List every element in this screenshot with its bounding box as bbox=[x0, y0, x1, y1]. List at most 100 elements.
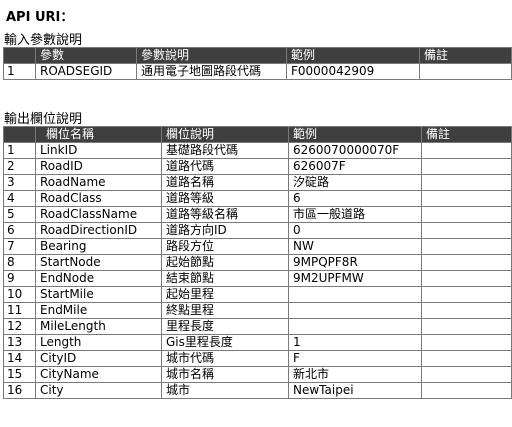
remark bbox=[421, 270, 512, 287]
table-row: 3 RoadName 道路名稱 汐碇路 bbox=[3, 174, 512, 191]
field-description: 道路等級 bbox=[161, 190, 289, 207]
output-header-remark: 備註 bbox=[421, 126, 512, 143]
row-number: 1 bbox=[3, 63, 36, 80]
remark bbox=[421, 366, 512, 383]
field-name: EndMile bbox=[35, 302, 162, 319]
row-number: 15 bbox=[3, 366, 36, 383]
output-header-name: 欄位名稱 bbox=[35, 126, 162, 143]
row-number: 6 bbox=[3, 222, 36, 239]
table-row: 1 ROADSEGID 通用電子地圖路段代碼 F0000042909 bbox=[3, 63, 512, 80]
remark bbox=[421, 286, 512, 303]
field-name: StartNode bbox=[35, 254, 162, 271]
field-description: 道路方向ID bbox=[161, 222, 289, 239]
row-number: 9 bbox=[3, 270, 36, 287]
remark bbox=[421, 206, 512, 223]
output-fields-table: 欄位名稱 欄位說明 範例 備註 1 LinkID 基礎路段代碼 6260070000070F… bbox=[3, 126, 512, 399]
table-row: 6 RoadDirectionID 道路方向ID 0 bbox=[3, 222, 512, 239]
example-value: 0 bbox=[288, 222, 422, 239]
field-description: 起始節點 bbox=[161, 254, 289, 271]
output-header-row: 欄位名稱 欄位說明 範例 備註 bbox=[3, 126, 512, 143]
field-name: RoadDirectionID bbox=[35, 222, 162, 239]
example-value: 1 bbox=[288, 334, 422, 351]
field-description: 城市 bbox=[161, 382, 289, 399]
row-number: 16 bbox=[3, 382, 36, 399]
table-row: 9 EndNode 結束節點 9M2UPFMW bbox=[3, 270, 512, 287]
remark bbox=[421, 190, 512, 207]
example-value bbox=[288, 286, 422, 303]
row-number: 1 bbox=[3, 142, 36, 159]
field-name: RoadClassName bbox=[35, 206, 162, 223]
field-description: 道路名稱 bbox=[161, 174, 289, 191]
remark bbox=[421, 254, 512, 271]
field-description: 終點里程 bbox=[161, 302, 289, 319]
remark bbox=[421, 318, 512, 335]
field-name: RoadID bbox=[35, 158, 162, 175]
example-value: 9MPQPF8R bbox=[288, 254, 422, 271]
example-value: NewTaipei bbox=[288, 382, 422, 399]
example-value: 6 bbox=[288, 190, 422, 207]
field-description: 城市名稱 bbox=[161, 366, 289, 383]
input-table-body: 1 ROADSEGID 通用電子地圖路段代碼 F0000042909 bbox=[3, 63, 512, 80]
remark bbox=[421, 174, 512, 191]
field-description: 基礎路段代碼 bbox=[161, 142, 289, 159]
example-value: NW bbox=[288, 238, 422, 255]
field-description: 通用電子地圖路段代碼 bbox=[136, 63, 287, 80]
row-number: 4 bbox=[3, 190, 36, 207]
input-params-table: 參數 參數說明 範例 備註 1 ROADSEGID 通用電子地圖路段代碼 F00000429… bbox=[3, 47, 512, 80]
input-header-blank bbox=[3, 47, 36, 64]
example-value: 6260070000070F bbox=[288, 142, 422, 159]
field-description: 里程長度 bbox=[161, 318, 289, 335]
remark bbox=[421, 302, 512, 319]
input-header-row: 參數 參數說明 範例 備註 bbox=[3, 47, 512, 64]
output-table-body: 1 LinkID 基礎路段代碼 6260070000070F 2 RoadID 道路代碼 62… bbox=[3, 142, 512, 399]
input-header-remark: 備註 bbox=[419, 47, 512, 64]
example-value bbox=[288, 302, 422, 319]
example-value bbox=[288, 318, 422, 335]
field-description: 起始里程 bbox=[161, 286, 289, 303]
output-header-example: 範例 bbox=[288, 126, 422, 143]
output-header-blank bbox=[3, 126, 36, 143]
api-uri-heading: API URI： bbox=[6, 10, 74, 25]
example-value: 汐碇路 bbox=[288, 174, 422, 191]
table-row: 2 RoadID 道路代碼 626007F bbox=[3, 158, 512, 175]
row-number: 7 bbox=[3, 238, 36, 255]
field-name: City bbox=[35, 382, 162, 399]
row-number: 14 bbox=[3, 350, 36, 367]
field-name: StartMile bbox=[35, 286, 162, 303]
table-row: 8 StartNode 起始節點 9MPQPF8R bbox=[3, 254, 512, 271]
input-params-title: 輸入參數說明 bbox=[4, 33, 83, 48]
example-value: F0000042909 bbox=[286, 63, 420, 80]
field-name: LinkID bbox=[35, 142, 162, 159]
field-name: CityID bbox=[35, 350, 162, 367]
example-value: 9M2UPFMW bbox=[288, 270, 422, 287]
field-description: 路段方位 bbox=[161, 238, 289, 255]
row-number: 12 bbox=[3, 318, 36, 335]
remark bbox=[421, 382, 512, 399]
row-number: 13 bbox=[3, 334, 36, 351]
example-value: 市區一般道路 bbox=[288, 206, 422, 223]
input-header-name: 參數 bbox=[35, 47, 137, 64]
remark bbox=[421, 142, 512, 159]
field-name: RoadName bbox=[35, 174, 162, 191]
table-row: 7 Bearing 路段方位 NW bbox=[3, 238, 512, 255]
remark bbox=[419, 63, 512, 80]
remark bbox=[421, 158, 512, 175]
field-name: EndNode bbox=[35, 270, 162, 287]
output-fields-title: 輸出欄位說明 bbox=[4, 112, 83, 127]
table-row: 13 Length Gis里程長度 1 bbox=[3, 334, 512, 351]
field-name: RoadClass bbox=[35, 190, 162, 207]
row-number: 8 bbox=[3, 254, 36, 271]
field-name: CityName bbox=[35, 366, 162, 383]
row-number: 2 bbox=[3, 158, 36, 175]
table-row: 14 CityID 城市代碼 F bbox=[3, 350, 512, 367]
field-description: 道路代碼 bbox=[161, 158, 289, 175]
field-name: MileLength bbox=[35, 318, 162, 335]
table-row: 15 CityName 城市名稱 新北市 bbox=[3, 366, 512, 383]
field-name: ROADSEGID bbox=[35, 63, 137, 80]
example-value: F bbox=[288, 350, 422, 367]
row-number: 3 bbox=[3, 174, 36, 191]
row-number: 10 bbox=[3, 286, 36, 303]
table-row: 11 EndMile 終點里程 bbox=[3, 302, 512, 319]
field-description: 結束節點 bbox=[161, 270, 289, 287]
remark bbox=[421, 350, 512, 367]
